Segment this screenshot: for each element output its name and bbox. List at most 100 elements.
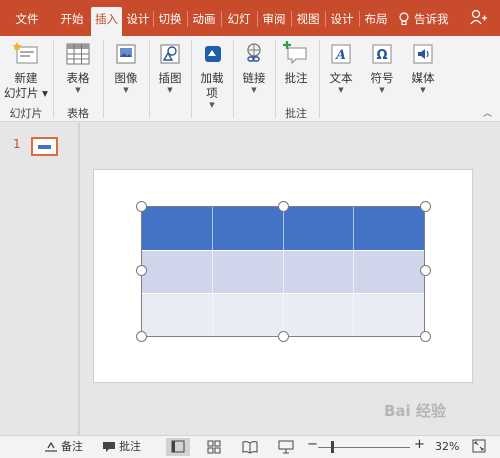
chevron-down-icon: ▼ <box>338 86 344 94</box>
resize-handle-top-right[interactable] <box>420 201 431 212</box>
tab-view[interactable]: 视图 <box>293 7 323 31</box>
comment-icon <box>103 442 115 452</box>
slide-sorter-button[interactable] <box>202 438 226 456</box>
tell-me-box[interactable]: 告诉我 <box>398 7 449 31</box>
resize-handle-bottom[interactable] <box>278 331 289 342</box>
status-bar: 备注 批注 − + 32% <box>0 435 500 458</box>
thumbnail-table-preview <box>38 145 51 149</box>
new-slide-label-1: 新建 <box>14 71 38 85</box>
table-column-divider <box>283 207 284 336</box>
lightbulb-icon <box>399 12 409 26</box>
speaker-icon <box>413 44 433 64</box>
chevron-down-icon: ▼ <box>209 101 215 109</box>
illustration-label: 插图 <box>158 71 182 85</box>
link-label: 链接 <box>242 71 266 85</box>
ribbon-insert: 新建 幻灯片 ▾ 幻灯片 表格 ▼ 表格 图像 ▼ 插图 ▼ 加载 项 ▼ 链接… <box>0 36 500 122</box>
tell-me-label: 告诉我 <box>414 12 449 26</box>
store-icon <box>205 46 221 62</box>
link-button[interactable]: 链接 ▼ <box>234 39 274 95</box>
text-icon: A <box>331 44 351 64</box>
resize-handle-left[interactable] <box>136 265 147 276</box>
symbol-button[interactable]: Ω 符号 ▼ <box>362 39 402 95</box>
addins-label-1: 加载 <box>200 71 224 85</box>
image-label: 图像 <box>114 71 138 85</box>
comment-label: 批注 <box>284 71 308 85</box>
chevron-down-icon: ▼ <box>75 86 81 94</box>
image-icon <box>116 44 136 64</box>
table-object[interactable] <box>141 206 425 337</box>
chevron-down-icon: ▼ <box>251 86 257 94</box>
new-slide-icon <box>12 42 38 64</box>
reading-view-button[interactable] <box>238 438 262 456</box>
table-column-divider <box>353 207 354 336</box>
media-label: 媒体 <box>411 71 435 85</box>
tab-design[interactable]: 设计 <box>124 7 152 31</box>
resize-handle-top[interactable] <box>278 201 289 212</box>
addins-button[interactable]: 加载 项 ▼ <box>192 39 232 110</box>
group-label-slides: 幻灯片 <box>9 107 43 120</box>
share-icon[interactable] <box>470 9 488 28</box>
chevron-down-icon: ▼ <box>379 86 385 94</box>
resize-handle-bottom-right[interactable] <box>420 331 431 342</box>
comments-button[interactable]: 批注 <box>102 439 141 455</box>
addins-label-2: 项 <box>206 86 218 100</box>
symbol-label: 符号 <box>370 71 394 85</box>
zoom-slider-thumb[interactable] <box>331 441 334 453</box>
resize-handle-right[interactable] <box>420 265 431 276</box>
zoom-out-button[interactable]: − <box>307 437 318 453</box>
link-icon <box>247 43 261 62</box>
grid-icon <box>207 440 221 454</box>
normal-view-button[interactable] <box>166 438 190 456</box>
tab-slideshow[interactable]: 幻灯 <box>223 7 255 31</box>
table-column-divider <box>212 207 213 336</box>
table-button[interactable]: 表格 ▼ <box>58 39 98 95</box>
notes-button[interactable]: 备注 <box>44 439 83 455</box>
book-icon <box>242 441 258 454</box>
comment-button[interactable]: 批注 <box>276 39 316 86</box>
notes-label: 备注 <box>61 440 83 453</box>
svg-text:Ω: Ω <box>376 48 387 63</box>
resize-handle-top-left[interactable] <box>136 201 147 212</box>
new-slide-button[interactable]: 新建 幻灯片 ▾ <box>4 39 48 101</box>
zoom-in-button[interactable]: + <box>414 437 425 453</box>
media-button[interactable]: 媒体 ▼ <box>403 39 443 95</box>
image-button[interactable]: 图像 ▼ <box>106 39 146 95</box>
illustration-button[interactable]: 插图 ▼ <box>150 39 190 95</box>
tab-transitions[interactable]: 切换 <box>155 7 185 31</box>
tab-table-design[interactable]: 设计 <box>327 7 357 31</box>
collapse-ribbon-icon[interactable]: ︿ <box>483 106 492 119</box>
fit-to-window-icon[interactable] <box>472 439 489 455</box>
new-comment-icon <box>283 41 307 65</box>
group-label-tables: 表格 <box>67 107 89 120</box>
watermark: Bai 经验 <box>384 402 446 420</box>
slide-thumbnail[interactable] <box>31 137 58 156</box>
tab-animations[interactable]: 动画 <box>189 7 219 31</box>
ribbon-tab-bar: 文件 开始 插入 设计 切换 动画 幻灯 审阅 视图 设计 布局 告诉我 <box>0 0 500 36</box>
table-label: 表格 <box>66 71 90 85</box>
chevron-down-icon: ▼ <box>420 86 426 94</box>
notes-icon <box>45 441 57 452</box>
slideshow-button[interactable] <box>274 438 298 456</box>
text-label: 文本 <box>329 71 353 85</box>
group-label-comments: 批注 <box>285 107 307 120</box>
tab-insert[interactable]: 插入 <box>91 7 122 36</box>
resize-handle-bottom-left[interactable] <box>136 331 147 342</box>
tab-home[interactable]: 开始 <box>54 7 90 31</box>
comments-label: 批注 <box>119 440 141 453</box>
omega-icon: Ω <box>372 44 392 64</box>
chevron-down-icon: ▼ <box>167 86 173 94</box>
shapes-icon <box>160 44 180 64</box>
presentation-icon <box>278 440 294 454</box>
chevron-down-icon: ▼ <box>123 86 129 94</box>
normal-view-icon <box>171 440 185 453</box>
tab-table-layout[interactable]: 布局 <box>361 7 391 31</box>
table-icon <box>66 43 90 65</box>
slide-thumbnail-pane: 1 <box>0 123 78 435</box>
text-button[interactable]: A 文本 ▼ <box>321 39 361 95</box>
slide-number: 1 <box>13 137 21 151</box>
svg-text:A: A <box>334 48 346 63</box>
tab-review[interactable]: 审阅 <box>259 7 289 31</box>
tab-file[interactable]: 文件 <box>8 7 46 31</box>
zoom-level[interactable]: 32% <box>435 439 459 455</box>
new-slide-label-2: 幻灯片 ▾ <box>4 86 48 100</box>
